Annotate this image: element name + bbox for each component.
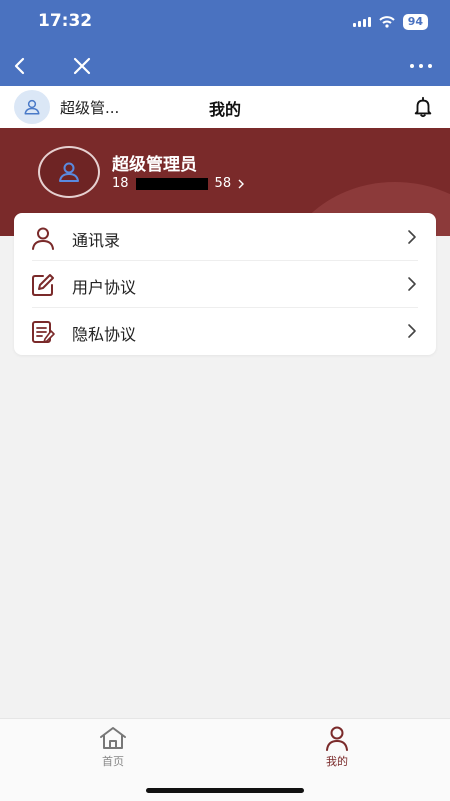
chevron-left-icon[interactable] [8, 54, 32, 78]
home-indicator [146, 788, 304, 793]
tab-label: 首页 [102, 755, 124, 768]
menu-item-label: 通讯录 [72, 231, 121, 250]
tab-label: 我的 [326, 755, 348, 768]
tab-mine[interactable]: 我的 [307, 725, 367, 769]
status-time: 17:32 [38, 11, 93, 31]
user-icon [326, 726, 348, 751]
chevron-right-icon [408, 230, 416, 244]
profile-phone[interactable]: 18 58 [112, 176, 245, 191]
top-navbar [0, 46, 450, 86]
edit-icon [32, 274, 54, 296]
bell-icon[interactable] [412, 96, 434, 118]
profile-name: 超级管理员 [112, 155, 197, 175]
chevron-right-icon [238, 179, 245, 188]
header-user-name[interactable]: 超级管... [60, 97, 119, 118]
document-icon [32, 321, 55, 343]
chevron-right-icon [408, 277, 416, 291]
phone-prefix: 18 [112, 176, 129, 191]
menu-item-label: 用户协议 [72, 278, 137, 297]
user-icon [59, 162, 79, 182]
user-icon [32, 227, 54, 250]
chevron-right-icon [408, 324, 416, 338]
more-dots-icon[interactable] [410, 64, 432, 68]
close-icon[interactable] [70, 54, 94, 78]
menu-item-user-agreement[interactable]: 用户协议 [14, 261, 436, 307]
phone-suffix: 58 [214, 176, 232, 191]
battery-icon: 94 [402, 14, 428, 30]
signal-icon [352, 17, 371, 27]
page-header: 超级管... 我的 [0, 86, 450, 128]
status-icons: 94 [352, 14, 428, 30]
profile-avatar[interactable] [38, 146, 100, 198]
menu-card: 通讯录 用户协议 隐私协议 [14, 213, 436, 355]
menu-item-label: 隐私协议 [72, 325, 137, 344]
status-bar: 17:32 94 [0, 0, 450, 46]
home-icon [100, 727, 126, 749]
header-avatar[interactable] [14, 90, 50, 124]
wifi-icon [378, 16, 395, 28]
tab-home[interactable]: 首页 [83, 725, 143, 769]
menu-item-contacts[interactable]: 通讯录 [14, 214, 436, 260]
phone-redaction [135, 177, 208, 190]
menu-item-privacy-policy[interactable]: 隐私协议 [14, 308, 436, 354]
user-icon [24, 99, 40, 115]
